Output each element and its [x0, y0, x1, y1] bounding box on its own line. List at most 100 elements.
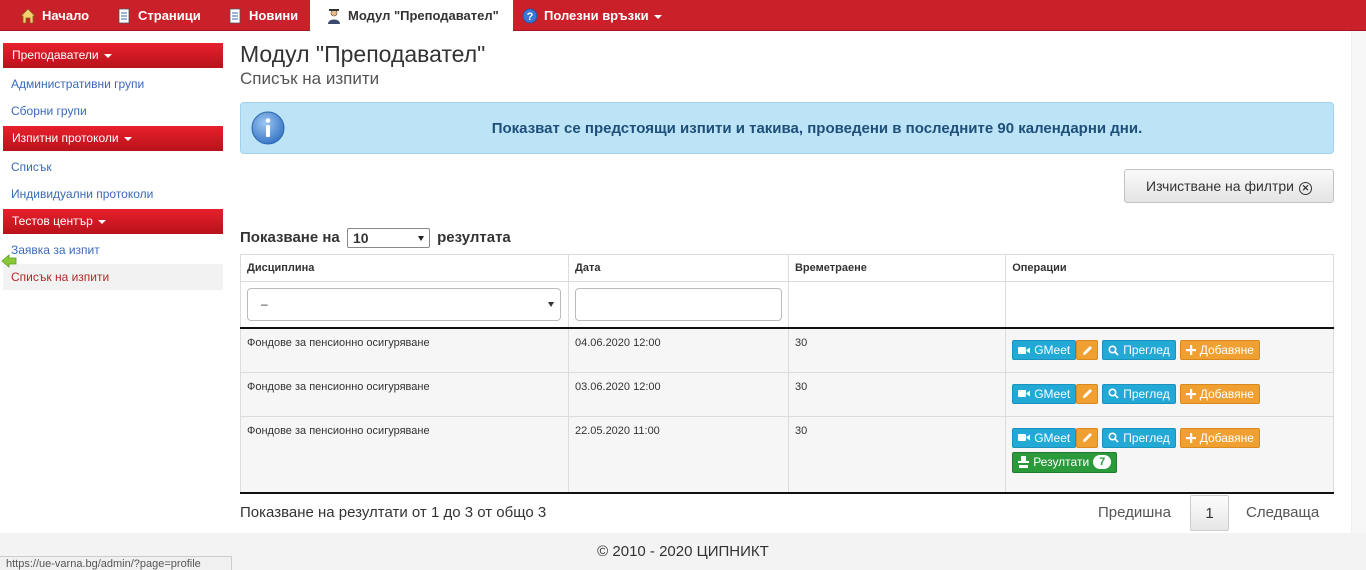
view-label: Преглед: [1123, 386, 1170, 401]
cell-discipline: Фондове за пенсионно осигуряване: [240, 327, 569, 373]
discipline-filter-select[interactable]: –: [247, 288, 561, 321]
add-label: Добавяне: [1199, 386, 1254, 401]
pagination-next[interactable]: Следваща: [1246, 495, 1319, 531]
nav-teacher-module[interactable]: Модул "Преподавател": [310, 0, 513, 31]
nav-home-label: Начало: [42, 8, 90, 23]
sidebar-item-admin-groups[interactable]: Административни групи: [3, 71, 223, 97]
sidebar-item-individual-protocols[interactable]: Индивидуални протоколи: [3, 181, 223, 207]
chevron-down-icon: [548, 302, 554, 307]
discipline-filter-value: –: [261, 297, 268, 311]
length-prefix: Показване на: [240, 228, 340, 246]
header-date[interactable]: Дата: [567, 254, 789, 282]
page-length-select[interactable]: 10: [346, 228, 430, 248]
add-button[interactable]: Добавяне: [1179, 383, 1260, 404]
teacher-icon: [328, 9, 340, 24]
date-filter-input[interactable]: [574, 288, 782, 321]
search-icon: [1108, 388, 1119, 399]
nav-useful-links[interactable]: ? Полезни връзки: [522, 0, 662, 31]
nav-teacher-label: Модул "Преподавател": [348, 8, 499, 23]
search-icon: [1108, 432, 1119, 443]
cell-discipline: Фондове за пенсионно осигуряване: [240, 415, 569, 494]
gmeet-label: GMeet: [1034, 343, 1071, 357]
plus-icon: [1185, 388, 1196, 399]
table-info: Показване на резултати от 1 до 3 от общо…: [240, 504, 547, 521]
news-icon: [229, 8, 241, 24]
pagination-page-1[interactable]: 1: [1190, 495, 1229, 531]
chevron-down-icon: [97, 219, 106, 224]
chevron-down-icon: [653, 14, 662, 19]
view-button[interactable]: Преглед: [1102, 340, 1176, 360]
page-length-value: 10: [352, 230, 369, 246]
table-row: Фондове за пенсионно осигуряване 04.06.2…: [240, 327, 1334, 373]
sidebar-item-exam-list[interactable]: Списък на изпити: [3, 264, 223, 290]
sidebar: Преподаватели Административни групи Сбор…: [0, 31, 225, 531]
filter-row: –: [240, 281, 1334, 329]
results-button[interactable]: Резултати 7: [1012, 451, 1118, 473]
sidebar-section-teachers[interactable]: Преподаватели: [3, 43, 223, 68]
header-discipline[interactable]: Дисциплина: [240, 254, 569, 282]
gmeet-button[interactable]: GMeet: [1012, 340, 1077, 360]
header-operations: Операции: [1005, 254, 1334, 282]
sidebar-section-label: Тестов център: [12, 214, 93, 228]
gmeet-button[interactable]: GMeet: [1012, 383, 1077, 404]
cell-operations: GMeet Преглед Добавяне: [1005, 371, 1334, 417]
video-camera-icon: [1018, 434, 1031, 441]
nav-home[interactable]: Начало: [20, 0, 89, 31]
page-subtitle: Списък на изпити: [240, 69, 380, 88]
cell-date: 03.06.2020 12:00: [567, 371, 789, 417]
chevron-down-icon: [123, 136, 132, 141]
cell-duration: 30: [787, 415, 1007, 494]
help-icon: ?: [522, 8, 538, 24]
info-text: Показват се предстоящи изпити и такива, …: [491, 120, 1143, 137]
sidebar-item-exam-request[interactable]: Заявка за изпит: [3, 237, 223, 263]
sidebar-item-list[interactable]: Списък: [3, 154, 223, 180]
view-button[interactable]: Преглед: [1102, 427, 1176, 448]
gmeet-label: GMeet: [1034, 430, 1071, 445]
sidebar-section-label: Преподаватели: [12, 48, 99, 62]
home-icon: [20, 8, 36, 24]
back-arrow-icon[interactable]: [1, 254, 17, 268]
page-length-control: Показване на 10 резултата: [240, 228, 511, 248]
status-bar-url: https://ue-varna.bg/admin/?page=profile: [0, 556, 232, 570]
cell-duration: 30: [787, 371, 1007, 417]
pencil-icon: [1082, 433, 1092, 442]
cell-operations: GMeet Преглед Добавяне: [1005, 327, 1334, 373]
svg-text:?: ?: [527, 11, 534, 23]
clear-filters-button[interactable]: Изчистване на филтри ✕: [1124, 169, 1334, 203]
sidebar-section-exam-protocols[interactable]: Изпитни протоколи: [3, 126, 223, 151]
edit-button[interactable]: [1076, 383, 1099, 404]
view-button[interactable]: Преглед: [1102, 383, 1176, 404]
pagination-previous[interactable]: Предишна: [1098, 495, 1171, 531]
podium-icon: [1018, 456, 1030, 468]
filter-empty-cell: [1005, 281, 1334, 329]
close-circle-icon: ✕: [1298, 182, 1312, 195]
table-row: Фондове за пенсионно осигуряване 22.05.2…: [240, 415, 1334, 494]
sidebar-item-combined-groups[interactable]: Сборни групи: [3, 98, 223, 124]
nav-news[interactable]: Новини: [227, 0, 298, 31]
vertical-scrollbar[interactable]: [1351, 31, 1366, 533]
gmeet-button[interactable]: GMeet: [1012, 427, 1077, 448]
page-icon: [118, 8, 130, 24]
nav-useful-links-label: Полезни връзки: [544, 8, 649, 23]
add-label: Добавяне: [1199, 430, 1254, 445]
cell-date: 04.06.2020 12:00: [567, 327, 789, 373]
edit-button[interactable]: [1076, 340, 1099, 360]
sidebar-section-test-center[interactable]: Тестов център: [3, 209, 223, 234]
nav-pages[interactable]: Страници: [116, 0, 201, 31]
header-duration[interactable]: Времетраене: [787, 254, 1007, 282]
chevron-down-icon: [417, 236, 424, 241]
footer-copyright: © 2010 - 2020 ЦИПНИКТ: [597, 543, 769, 560]
add-button[interactable]: Добавяне: [1179, 340, 1260, 360]
filter-discipline-cell: –: [240, 281, 569, 329]
video-camera-icon: [1018, 390, 1031, 397]
cell-discipline: Фондове за пенсионно осигуряване: [240, 371, 569, 417]
add-button[interactable]: Добавяне: [1179, 427, 1260, 448]
results-count-badge: 7: [1093, 455, 1112, 469]
pencil-icon: [1082, 345, 1092, 355]
video-camera-icon: [1018, 346, 1031, 354]
page-title: Модул "Преподавател": [240, 41, 486, 67]
sidebar-section-label: Изпитни протоколи: [12, 131, 119, 145]
view-label: Преглед: [1123, 343, 1170, 357]
edit-button[interactable]: [1076, 427, 1099, 448]
info-alert: Показват се предстоящи изпити и такива, …: [240, 102, 1334, 154]
